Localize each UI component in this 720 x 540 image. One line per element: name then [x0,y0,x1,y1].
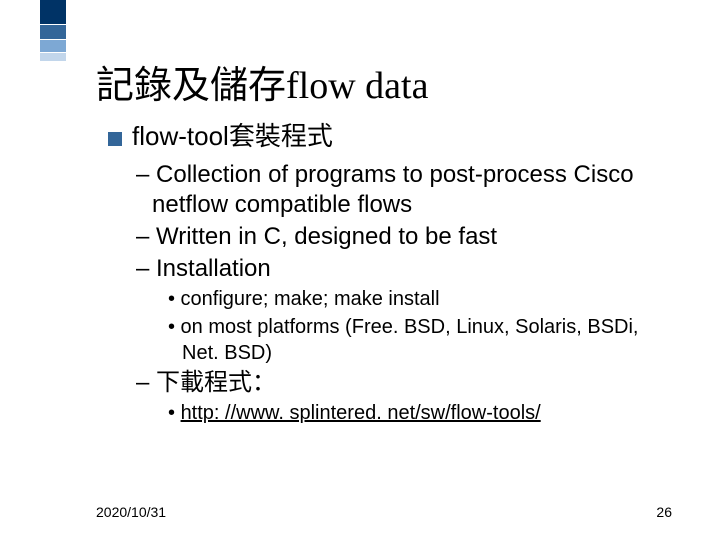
bullet-level3: • configure; make; make install [168,286,660,312]
slide-body: flow-tool套裝程式 – Collection of programs t… [108,120,660,428]
corner-decoration [40,0,66,61]
bullet-level1-text: flow-tool套裝程式 [132,120,333,154]
bullet-level1: flow-tool套裝程式 [108,120,660,154]
bullet-level2: – Written in C, designed to be fast [136,222,660,252]
bullet-level3: • on most platforms (Free. BSD, Linux, S… [168,314,660,366]
bullet-level2: – Collection of programs to post-process… [136,160,660,220]
footer-page-number: 26 [656,504,672,520]
square-bullet-icon [108,132,122,146]
slide-title: 記錄及儲存flow data [96,54,428,109]
download-link[interactable]: http: //www. splintered. net/sw/flow-too… [181,402,541,424]
bullet-level2: – Installation [136,254,660,284]
bullet-level2: – 下載程式： [136,368,660,398]
bullet-dot: • [168,402,181,424]
footer-date: 2020/10/31 [96,504,166,520]
bullet-level3-link-row: • http: //www. splintered. net/sw/flow-t… [168,400,660,426]
